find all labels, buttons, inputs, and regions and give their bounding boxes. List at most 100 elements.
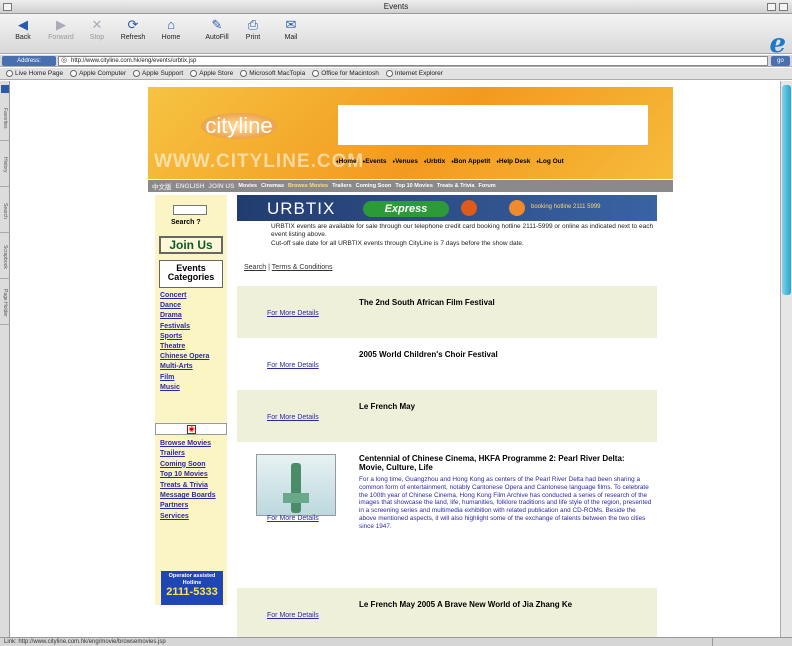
forward-button[interactable]: ▶ Forward — [44, 18, 78, 42]
printer-icon: ⎙ — [247, 17, 259, 32]
window-title: Events — [383, 2, 409, 11]
favorite-link[interactable]: Apple Store — [190, 70, 233, 77]
subnav-treats-trivia[interactable]: Treats & Trivia — [437, 183, 475, 189]
go-button[interactable]: go — [771, 56, 790, 66]
sidebar-tab-favorites[interactable]: Favorites — [0, 97, 10, 141]
search-button[interactable]: Search ? — [171, 219, 201, 226]
category-concert[interactable]: Concert — [160, 291, 226, 301]
subnav-movies[interactable]: Movies — [238, 183, 257, 189]
join-us-link[interactable]: JOIN US — [208, 183, 234, 190]
home-button[interactable]: ⌂ Home — [154, 18, 188, 42]
category-theatre[interactable]: Theatre — [160, 342, 226, 352]
ticket-graphic-icon — [461, 200, 477, 216]
link-partners[interactable]: Partners — [160, 501, 226, 511]
english-version-link[interactable]: ENGLISH — [176, 183, 205, 190]
hotline-number: 2111-5333 — [166, 586, 218, 598]
category-music[interactable]: Music — [160, 383, 226, 393]
nav-help-desk[interactable]: Help Desk — [496, 158, 530, 165]
print-button[interactable]: ⎙ Print — [236, 17, 270, 42]
nav-urbtix[interactable]: Urbtix — [424, 158, 445, 165]
link-services[interactable]: Services — [160, 512, 226, 522]
favorite-link[interactable]: Apple Support — [133, 70, 183, 77]
bookmark-globe-icon — [70, 70, 78, 77]
subnav-cinemas[interactable]: Cinemas — [261, 183, 284, 189]
category-drama[interactable]: Drama — [160, 311, 226, 321]
zoom-box-icon[interactable] — [767, 3, 776, 11]
chinese-version-link[interactable]: 中文版 — [152, 181, 172, 191]
event-title: 2005 World Children's Choir Festival — [359, 350, 498, 359]
cityline-logo[interactable]: cityline — [201, 113, 277, 139]
subnav-coming-soon[interactable]: Coming Soon — [356, 183, 392, 189]
link-message-boards[interactable]: Message Boards — [160, 491, 226, 501]
event-title: Le French May — [359, 402, 416, 411]
event-more-details-link[interactable]: For More Details — [267, 414, 319, 421]
movie-reel-icon: ◉ — [187, 425, 196, 434]
sidebar-toggle-icon[interactable] — [1, 85, 9, 93]
favorite-link[interactable]: Apple Computer — [70, 70, 126, 77]
favorite-link[interactable]: Live Home Page — [6, 70, 63, 77]
back-button[interactable]: ◀ Back — [6, 18, 40, 42]
terms-conditions-link[interactable]: Terms & Conditions — [272, 264, 333, 271]
category-chinese-opera[interactable]: Chinese Opera — [160, 352, 226, 362]
event-title: The 2nd South African Film Festival — [359, 298, 495, 307]
address-input[interactable]: ◎ http://www.cityline.com.hk/eng/events/u… — [58, 56, 768, 66]
link-top-10-movies[interactable]: Top 10 Movies — [160, 470, 226, 480]
favorites-bar: Live Home Page Apple Computer Apple Supp… — [0, 68, 792, 80]
category-film[interactable]: Film — [160, 373, 226, 383]
urbtix-express-banner[interactable]: URBTIX Express booking hotline 2111 5999 — [237, 195, 657, 221]
refresh-button[interactable]: ⟳ Refresh — [116, 17, 150, 42]
search-link[interactable]: Search — [244, 264, 266, 271]
link-trailers[interactable]: Trailers — [160, 449, 226, 459]
subnav-trailers[interactable]: Trailers — [332, 183, 352, 189]
sidebar-tab-search[interactable]: Search — [0, 189, 10, 233]
collapse-box-icon[interactable] — [779, 3, 788, 11]
event-more-details-link[interactable]: For More Details — [267, 515, 319, 522]
event-more-details-link[interactable]: For More Details — [267, 612, 319, 619]
category-festivals[interactable]: Festivals — [160, 322, 226, 332]
booking-hotline-text: booking hotline 2111 5999 — [531, 204, 601, 210]
movie-link-list: Browse Movies Trailers Coming Soon Top 1… — [160, 439, 226, 522]
link-coming-soon[interactable]: Coming Soon — [160, 460, 226, 470]
event-more-details-link[interactable]: For More Details — [267, 362, 319, 369]
search-terms-links: Search | Terms & Conditions — [244, 264, 333, 271]
nav-venues[interactable]: Venues — [393, 158, 418, 165]
address-bar: Address: ◎ http://www.cityline.com.hk/eng… — [0, 55, 792, 67]
link-browse-movies[interactable]: Browse Movies — [160, 439, 226, 449]
hotline-banner[interactable]: Operator assisted Hotline 2111-5333 — [161, 571, 223, 605]
sidebar-tab-scrapbook[interactable]: Scrapbook — [0, 235, 10, 279]
globe-icon: ◎ — [61, 57, 68, 64]
refresh-icon: ⟳ — [127, 17, 139, 32]
event-thumbnail-image[interactable] — [256, 454, 336, 516]
sidebar-tab-page-holder[interactable]: Page Holder — [0, 281, 10, 325]
stop-button[interactable]: ✕ Stop — [80, 18, 114, 42]
category-multi-arts[interactable]: Multi-Arts — [160, 362, 226, 372]
join-us-button[interactable]: Join Us — [159, 236, 223, 254]
favorite-link[interactable]: Microsoft MacTopia — [240, 70, 305, 77]
nav-home[interactable]: Home — [336, 158, 357, 165]
event-more-details-link[interactable]: For More Details — [267, 310, 319, 317]
favorite-link[interactable]: Internet Explorer — [385, 70, 443, 77]
mail-icon: ✉ — [285, 17, 297, 32]
internet-explorer-logo-icon[interactable]: e — [769, 31, 786, 57]
subnav-top-10-movies[interactable]: Top 10 Movies — [395, 183, 433, 189]
help-question-icon[interactable]: ? — [196, 219, 200, 226]
sidebar-tab-history[interactable]: History — [0, 143, 10, 187]
nav-bon-appetit[interactable]: Bon Appetit — [451, 158, 491, 165]
vertical-scrollbar[interactable] — [780, 81, 792, 637]
scrollbar-thumb[interactable] — [782, 85, 791, 295]
nav-events[interactable]: Events — [363, 158, 386, 165]
close-box-icon[interactable] — [3, 3, 12, 11]
link-treats-trivia[interactable]: Treats & Trivia — [160, 481, 226, 491]
advertisement-box[interactable] — [338, 105, 648, 145]
search-input[interactable] — [173, 205, 207, 215]
bookmark-globe-icon — [6, 70, 13, 77]
autofill-button[interactable]: ✎ AutoFill — [200, 18, 234, 42]
category-dance[interactable]: Dance — [160, 301, 226, 311]
subnav-forum[interactable]: Forum — [479, 183, 496, 189]
subnav-browse-movies[interactable]: Browse Movies — [288, 183, 328, 189]
favorite-link[interactable]: Office for Macintosh — [312, 70, 379, 77]
nav-log-out[interactable]: Log Out — [536, 158, 564, 165]
category-sports[interactable]: Sports — [160, 332, 226, 342]
mail-button[interactable]: ✉ Mail — [274, 17, 308, 42]
movie-section-divider: ◉ — [155, 423, 227, 435]
